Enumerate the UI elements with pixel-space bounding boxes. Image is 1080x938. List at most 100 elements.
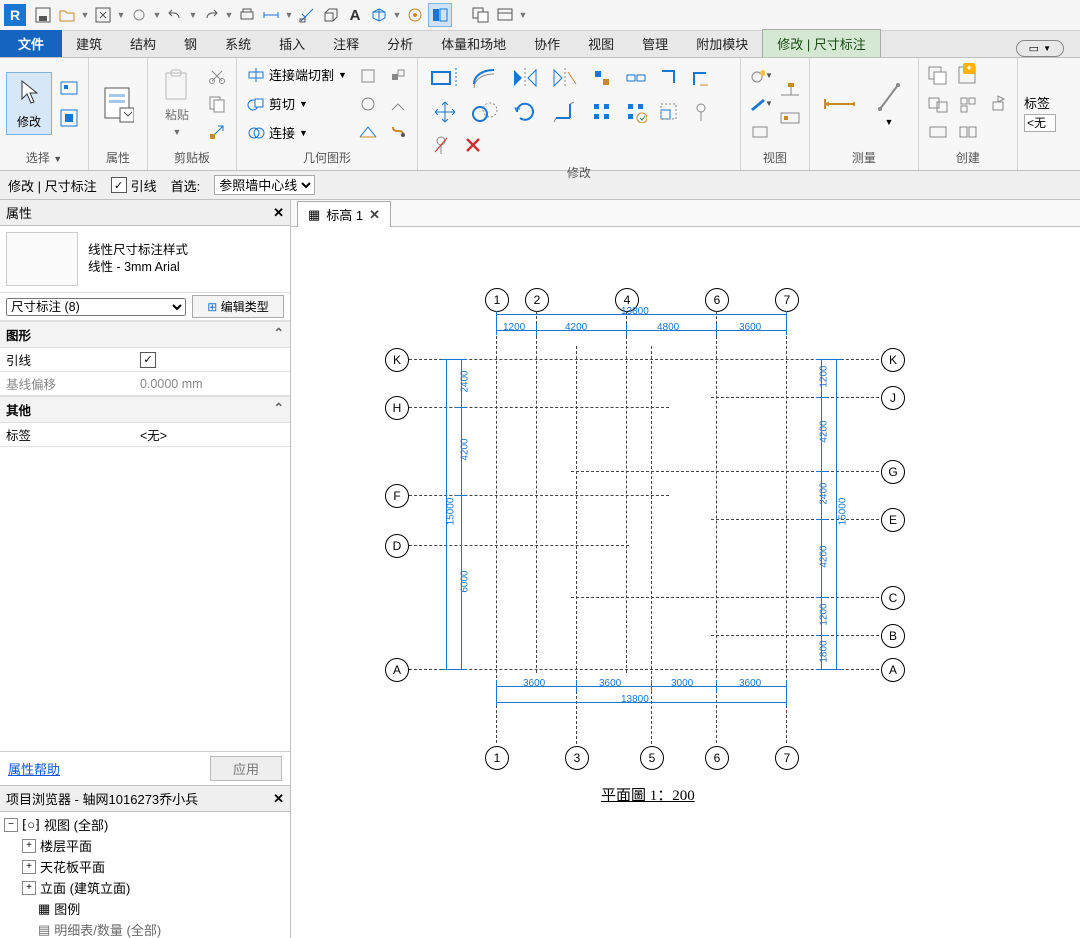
dropdown-icon[interactable]: ▼ bbox=[518, 10, 528, 20]
prop-tag[interactable]: 标签 <无> bbox=[0, 423, 290, 447]
cut-icon[interactable] bbox=[204, 63, 230, 89]
align-icon[interactable] bbox=[428, 64, 462, 92]
connect-end-cut-button[interactable]: 连接端切割▼ bbox=[243, 63, 351, 86]
save-icon[interactable] bbox=[32, 4, 54, 26]
tab-steel[interactable]: 钢 bbox=[170, 30, 211, 57]
text-icon[interactable]: A bbox=[344, 4, 366, 26]
dropdown-icon[interactable]: ▼ bbox=[116, 10, 126, 20]
create-f-icon[interactable] bbox=[925, 119, 951, 145]
geom-a-icon[interactable] bbox=[355, 63, 381, 89]
create-a-icon[interactable] bbox=[925, 63, 951, 89]
tree-root[interactable]: −⁅○⁆视图 (全部) bbox=[4, 814, 286, 835]
tab-view[interactable]: 视图 bbox=[574, 30, 628, 57]
tab-manage[interactable]: 管理 bbox=[628, 30, 682, 57]
hide-icon[interactable]: ▼ bbox=[747, 63, 773, 89]
properties-button[interactable] bbox=[95, 83, 141, 125]
close-icon[interactable]: ✕ bbox=[273, 205, 284, 221]
create-b-icon[interactable]: ✦ bbox=[955, 63, 981, 89]
tab-insert[interactable]: 插入 bbox=[265, 30, 319, 57]
create-c-icon[interactable] bbox=[925, 91, 951, 117]
geom-e-icon[interactable] bbox=[385, 91, 411, 117]
cube-icon[interactable] bbox=[368, 4, 390, 26]
geom-c-icon[interactable] bbox=[355, 119, 381, 145]
edit-type-button[interactable]: ⊞ 编辑类型 bbox=[192, 295, 284, 318]
tree-elevations[interactable]: +立面 (建筑立面) bbox=[22, 877, 286, 898]
join-button[interactable]: 连接▼ bbox=[243, 121, 351, 144]
paint2-icon[interactable] bbox=[747, 119, 773, 145]
undo-icon[interactable] bbox=[164, 4, 186, 26]
measure2-button[interactable]: ▼ bbox=[866, 76, 912, 132]
paste-button[interactable]: 粘贴 ▼ bbox=[154, 65, 200, 142]
tab-collaborate[interactable]: 协作 bbox=[520, 30, 574, 57]
measure-button[interactable] bbox=[816, 83, 862, 125]
close-icon[interactable]: ✕ bbox=[273, 791, 284, 807]
geom-f-icon[interactable] bbox=[385, 119, 411, 145]
tab-structure[interactable]: 结构 bbox=[116, 30, 170, 57]
tab-modify-dimension[interactable]: 修改 | 尺寸标注 bbox=[762, 29, 881, 57]
instance-filter[interactable]: 尺寸标注 (8) bbox=[6, 298, 186, 316]
tab-analyze[interactable]: 分析 bbox=[373, 30, 427, 57]
visibility-icon[interactable] bbox=[404, 4, 426, 26]
tab-massing[interactable]: 体量和场地 bbox=[427, 30, 520, 57]
model-icon[interactable] bbox=[320, 4, 342, 26]
view-tab-level1[interactable]: ▦ 标高 1 ✕ bbox=[297, 201, 391, 227]
array1-icon[interactable] bbox=[588, 99, 616, 125]
switch-window-icon[interactable] bbox=[494, 4, 516, 26]
section-graphics[interactable]: 图形⌃ bbox=[0, 321, 290, 348]
tree-schedules[interactable]: ▤明细表/数量 (全部) bbox=[22, 919, 286, 938]
dropdown-icon[interactable]: ▼ bbox=[152, 10, 162, 20]
leader-check[interactable]: ✓ bbox=[140, 352, 156, 368]
tab-addins[interactable]: 附加模块 bbox=[682, 30, 762, 57]
create-e-icon[interactable] bbox=[985, 91, 1011, 117]
measure-icon[interactable] bbox=[260, 4, 282, 26]
print-icon[interactable] bbox=[236, 4, 258, 26]
rotate-icon[interactable] bbox=[508, 98, 542, 126]
tab-annotate[interactable]: 注释 bbox=[319, 30, 373, 57]
mirror-draw-icon[interactable] bbox=[548, 64, 582, 92]
type-selector[interactable]: 线性尺寸标注样式 线性 - 3mm Arial bbox=[0, 226, 290, 293]
pin-icon[interactable] bbox=[688, 99, 714, 125]
tree-ceilingplans[interactable]: +天花板平面 bbox=[22, 856, 286, 877]
filters-panel-icon[interactable] bbox=[428, 3, 452, 27]
mirror-icon[interactable] bbox=[508, 64, 542, 92]
trim-corner-icon[interactable] bbox=[548, 98, 582, 126]
drawing-area[interactable]: 1 2 4 6 7 1 3 5 6 7 K H F D A K J G E C … bbox=[291, 226, 1080, 938]
dropdown-icon[interactable]: ▼ bbox=[224, 10, 234, 20]
tree-floorplans[interactable]: +楼层平面 bbox=[22, 835, 286, 856]
view-a-icon[interactable] bbox=[777, 77, 803, 103]
tab-systems[interactable]: 系统 bbox=[211, 30, 265, 57]
dropdown-icon[interactable]: ▼ bbox=[392, 10, 402, 20]
section-other[interactable]: 其他⌃ bbox=[0, 396, 290, 423]
create-d-icon[interactable] bbox=[955, 91, 981, 117]
delete-icon[interactable] bbox=[460, 132, 486, 158]
tag-value-input[interactable] bbox=[1024, 114, 1056, 132]
sync-icon[interactable] bbox=[128, 4, 150, 26]
dropdown-icon[interactable]: ▼ bbox=[188, 10, 198, 20]
close-view-icon[interactable]: ✕ bbox=[369, 207, 380, 223]
drawing-canvas[interactable]: ▦ 标高 1 ✕ 1 2 4 6 7 1 3 5 6 7 K H F D A K bbox=[291, 200, 1080, 938]
trim2-icon[interactable] bbox=[688, 65, 714, 91]
open-icon[interactable] bbox=[56, 4, 78, 26]
offset-icon[interactable] bbox=[468, 64, 502, 92]
geom-d-icon[interactable] bbox=[385, 63, 411, 89]
tab-file[interactable]: 文件 bbox=[0, 30, 62, 57]
leader-checkbox[interactable]: ✓引线 bbox=[111, 176, 157, 195]
modify-button[interactable]: 修改 bbox=[6, 72, 52, 135]
apply-button[interactable]: 应用 bbox=[210, 756, 282, 781]
move-icon[interactable] bbox=[428, 98, 462, 126]
filter-icon[interactable] bbox=[296, 4, 318, 26]
select-filter-icon[interactable] bbox=[56, 77, 82, 103]
paint-icon[interactable]: ▼ bbox=[747, 91, 773, 117]
split-gap-icon[interactable] bbox=[622, 65, 650, 91]
tree-legends[interactable]: ▦图例 bbox=[22, 898, 286, 919]
window-icon[interactable] bbox=[470, 4, 492, 26]
save-as-icon[interactable] bbox=[92, 4, 114, 26]
first-select[interactable]: 参照墙中心线 bbox=[214, 175, 315, 195]
select-context-icon[interactable] bbox=[56, 105, 82, 131]
match-icon[interactable] bbox=[204, 119, 230, 145]
dropdown-icon[interactable]: ▼ bbox=[284, 10, 294, 20]
trim1-icon[interactable] bbox=[656, 65, 682, 91]
properties-help-link[interactable]: 属性帮助 bbox=[8, 759, 60, 778]
copy-icon[interactable] bbox=[204, 91, 230, 117]
ribbon-expand-pill[interactable]: ▭▼ bbox=[1016, 40, 1064, 57]
